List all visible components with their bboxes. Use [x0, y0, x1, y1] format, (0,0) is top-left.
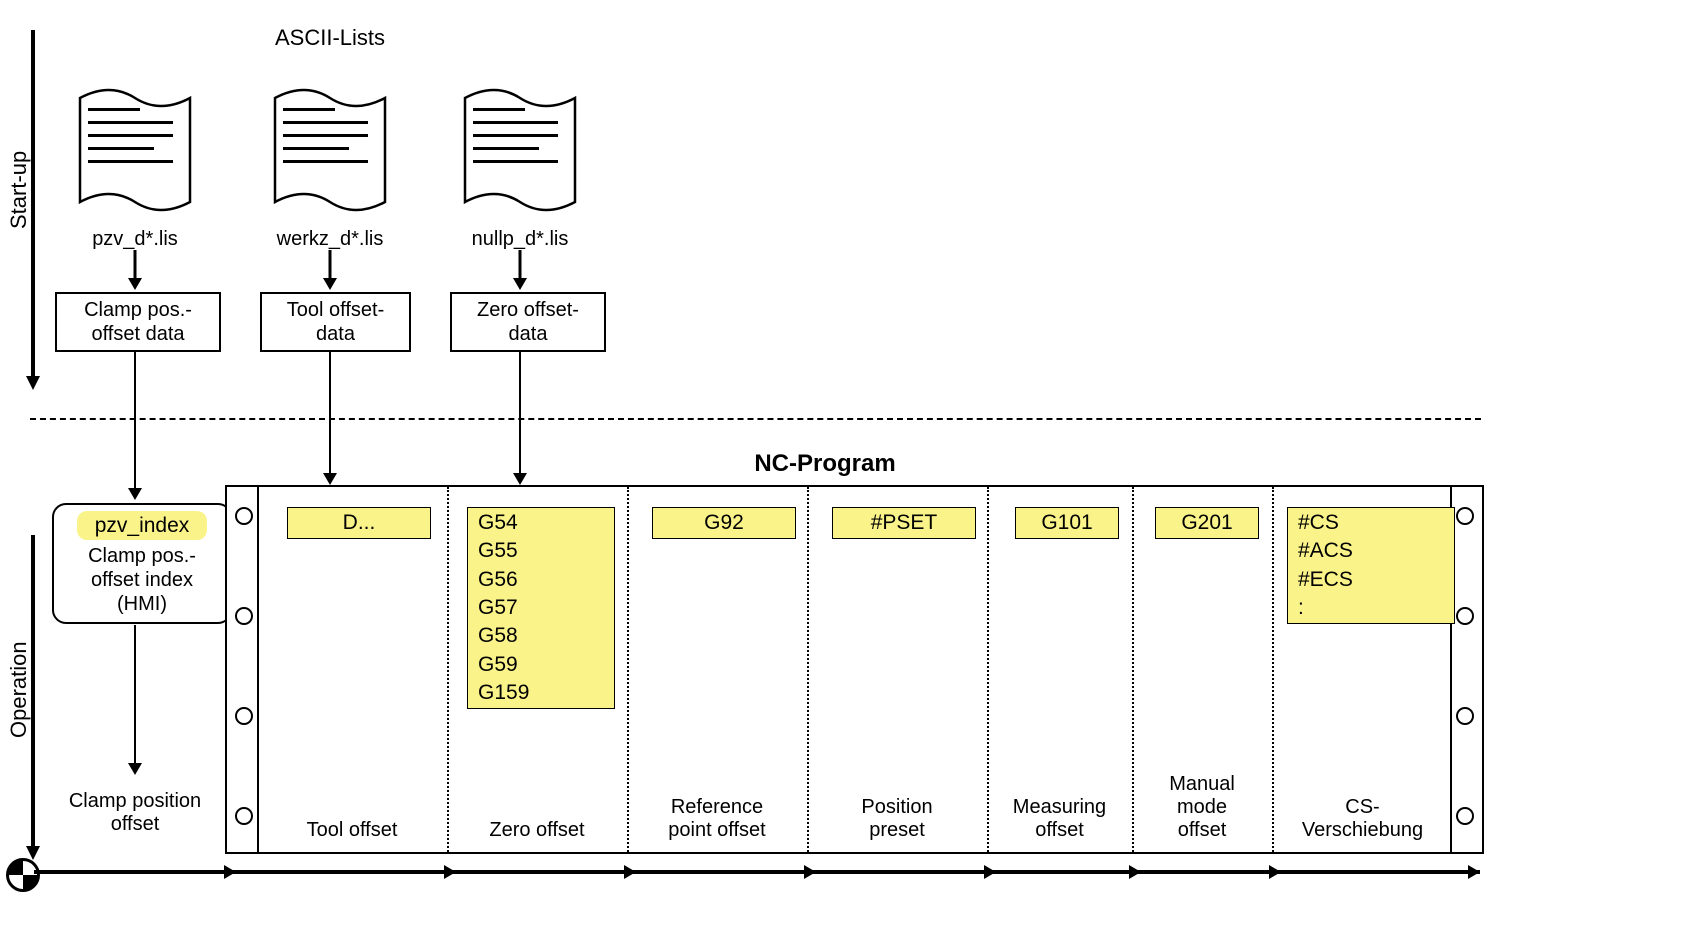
- punch-hole-icon: [235, 707, 253, 725]
- filename-tool: werkz_d*.lis: [255, 228, 405, 251]
- caption-clamp-offset: Clamp position offset: [45, 790, 225, 836]
- caption-cs: CS- Verschiebung: [1275, 796, 1450, 842]
- arrow-icon: [323, 350, 337, 485]
- code-tool: D...: [287, 507, 431, 539]
- box-tool-data: Tool offset- data: [260, 292, 411, 352]
- punch-hole-icon: [1456, 807, 1474, 825]
- box-zero-data: Zero offset- data: [450, 292, 606, 352]
- punch-hole-icon: [1456, 507, 1474, 525]
- caption-meas: Measuring offset: [987, 796, 1132, 842]
- arrow-icon: [128, 250, 142, 290]
- code-ref: G92: [652, 507, 796, 539]
- punch-hole-icon: [235, 607, 253, 625]
- arrow-icon: [513, 250, 527, 290]
- code-man: G201: [1155, 507, 1259, 539]
- nc-program-panel: D... Tool offset G54 G55 G56 G57 G58 G59…: [225, 485, 1484, 854]
- code-meas: G101: [1015, 507, 1119, 539]
- origin-icon: [6, 858, 40, 892]
- file-icon-tool: [265, 80, 395, 220]
- caption-pset: Position preset: [807, 796, 987, 842]
- caption-man: Manual mode offset: [1132, 773, 1272, 842]
- arrow-icon: [128, 350, 142, 500]
- axis-startup-arrow: [26, 30, 40, 390]
- punch-hole-icon: [235, 807, 253, 825]
- hmi-caption: Clamp pos.- offset index (HMI): [62, 544, 222, 616]
- punch-hole-icon: [1456, 707, 1474, 725]
- separator-line: [30, 418, 1481, 420]
- arrow-icon: [128, 625, 142, 775]
- arrow-icon: [323, 250, 337, 290]
- code-cs: #CS #ACS #ECS :: [1287, 507, 1455, 624]
- timeline: [34, 870, 1480, 874]
- caption-zero: Zero offset: [447, 819, 627, 842]
- caption-tool: Tool offset: [262, 819, 442, 842]
- filename-pzv: pzv_d*.lis: [70, 228, 200, 251]
- nc-program-label: NC-Program: [700, 450, 950, 478]
- punch-hole-icon: [235, 507, 253, 525]
- hmi-box: pzv_index Clamp pos.- offset index (HMI): [52, 503, 232, 624]
- code-pset: #PSET: [832, 507, 976, 539]
- code-zero: G54 G55 G56 G57 G58 G59 G159: [467, 507, 615, 709]
- ascii-lists-label: ASCII-Lists: [250, 25, 410, 50]
- punch-hole-icon: [1456, 607, 1474, 625]
- file-icon-pzv: [70, 80, 200, 220]
- arrow-icon: [513, 350, 527, 485]
- box-clamp-data: Clamp pos.- offset data: [55, 292, 221, 352]
- axis-operation-arrow: [26, 535, 40, 860]
- file-icon-zero: [455, 80, 585, 220]
- filename-zero: nullp_d*.lis: [450, 228, 590, 251]
- caption-ref: Reference point offset: [627, 796, 807, 842]
- pzv-index: pzv_index: [77, 511, 208, 540]
